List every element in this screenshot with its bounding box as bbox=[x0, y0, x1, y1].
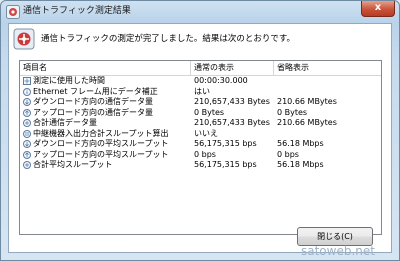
table-row[interactable]: 合計通信データ量 210,657,433 Bytes 210.66 MBytes bbox=[20, 118, 381, 129]
download-icon bbox=[23, 98, 31, 106]
column-header-short[interactable]: 省略表示 bbox=[274, 61, 381, 75]
row-name: アップロード方向の平均スループット bbox=[33, 149, 169, 159]
row-name: 中継機器入出力合計スループット算出 bbox=[33, 128, 169, 138]
table-row[interactable]: 測定に使用した時間 00:00:30.000 bbox=[20, 76, 381, 87]
clock-icon bbox=[23, 77, 31, 85]
row-short-value: 56.18 Mbps bbox=[277, 139, 324, 148]
column-header-normal[interactable]: 通常の表示 bbox=[191, 61, 273, 75]
info-icon bbox=[23, 87, 31, 96]
row-name: アップロード方向の通信データ量 bbox=[33, 107, 153, 117]
upload-icon bbox=[23, 150, 31, 159]
row-name: Ethernet フレーム用にデータ補正 bbox=[33, 86, 158, 96]
close-window-button[interactable]: x bbox=[361, 1, 395, 17]
table-row[interactable]: アップロード方向の平均スループット 0 bps 0 bps bbox=[20, 150, 381, 161]
dialog-window: 通信トラフィック測定結果 x 通信トラフィックの測定が完了しました。結果は次のと… bbox=[0, 0, 400, 261]
relay-icon bbox=[23, 129, 31, 138]
table-row[interactable]: 合計平均スループット 56,175,315 bps 56.18 Mbps bbox=[20, 160, 381, 171]
window-title: 通信トラフィック測定結果 bbox=[23, 6, 131, 16]
row-short-value: 0 Bytes bbox=[277, 107, 308, 117]
row-name: ダウンロード方向の通信データ量 bbox=[33, 97, 153, 106]
table-row[interactable]: 中継機器入出力合計スループット算出 いいえ bbox=[20, 129, 381, 140]
row-normal-value: 210,657,433 Bytes bbox=[194, 118, 270, 127]
row-normal-value: 210,657,433 Bytes bbox=[194, 97, 270, 106]
dialog-body: 通信トラフィックの測定が完了しました。結果は次のとおりです。 項目名 通常の表示… bbox=[8, 23, 392, 253]
table-row[interactable]: ダウンロード方向の通信データ量 210,657,433 Bytes 210.66… bbox=[20, 97, 381, 108]
row-name: 合計通信データ量 bbox=[33, 118, 97, 127]
row-normal-value: 56,175,315 bps bbox=[194, 139, 257, 148]
results-table[interactable]: 項目名 通常の表示 省略表示 測定に使用した時間 00:00:30.000 Et… bbox=[19, 60, 382, 235]
row-name: 合計平均スループット bbox=[33, 160, 113, 169]
traffic-icon bbox=[13, 28, 35, 50]
network-icon bbox=[6, 5, 20, 19]
row-short-value bbox=[277, 87, 377, 98]
row-short-value: 56.18 Mbps bbox=[277, 160, 324, 169]
row-normal-value: はい bbox=[194, 86, 210, 96]
column-header-item[interactable]: 項目名 bbox=[20, 61, 190, 75]
row-normal-value: 56,175,315 bps bbox=[194, 160, 257, 169]
table-row[interactable]: アップロード方向の通信データ量 0 Bytes 0 Bytes bbox=[20, 108, 381, 119]
row-short-value: 0 bps bbox=[277, 149, 299, 159]
watermark: satoweb.net bbox=[301, 244, 375, 258]
row-normal-value: 0 Bytes bbox=[194, 107, 225, 117]
row-short-value bbox=[277, 129, 377, 140]
total-icon bbox=[23, 161, 31, 169]
row-name: 測定に使用した時間 bbox=[33, 76, 105, 85]
row-name: ダウンロード方向の平均スループット bbox=[33, 139, 169, 148]
row-normal-value: 0 bps bbox=[194, 149, 216, 159]
upload-icon bbox=[23, 108, 31, 117]
row-normal-value: 00:00:30.000 bbox=[194, 76, 248, 85]
row-short-value bbox=[277, 76, 377, 87]
table-row[interactable]: ダウンロード方向の平均スループット 56,175,315 bps 56.18 M… bbox=[20, 139, 381, 150]
title-bar[interactable]: 通信トラフィック測定結果 x bbox=[1, 1, 399, 23]
download-icon bbox=[23, 140, 31, 148]
row-normal-value: いいえ bbox=[194, 128, 218, 138]
table-row[interactable]: Ethernet フレーム用にデータ補正 はい bbox=[20, 87, 381, 98]
table-header: 項目名 通常の表示 省略表示 bbox=[20, 61, 381, 76]
row-short-value: 210.66 MBytes bbox=[277, 118, 337, 127]
row-short-value: 210.66 MBytes bbox=[277, 97, 337, 106]
total-icon bbox=[23, 119, 31, 127]
completion-message: 通信トラフィックの測定が完了しました。結果は次のとおりです。 bbox=[41, 34, 295, 44]
